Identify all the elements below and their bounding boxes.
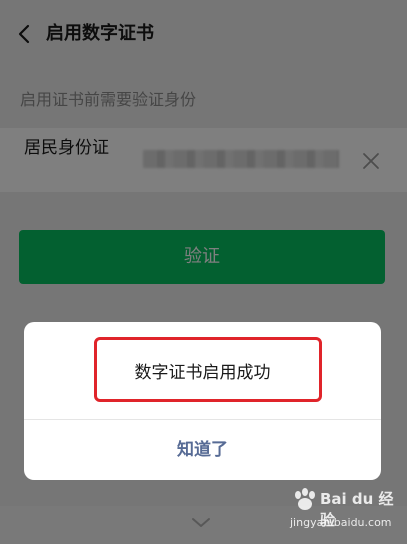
ok-button[interactable]: 知道了 xyxy=(24,420,381,480)
page: 启用数字证书 启用证书前需要验证身份 居民身份证 验证 数字证书启用成功 知道了 xyxy=(0,0,407,544)
baidu-jingyan-watermark: Bai du 经验 jingyan.baidu.com xyxy=(290,486,402,538)
success-dialog: 数字证书启用成功 知道了 xyxy=(24,322,381,480)
paw-logo-icon xyxy=(295,488,315,510)
annotation-highlight-box xyxy=(94,337,322,402)
watermark-url: jingyan.baidu.com xyxy=(290,516,392,529)
